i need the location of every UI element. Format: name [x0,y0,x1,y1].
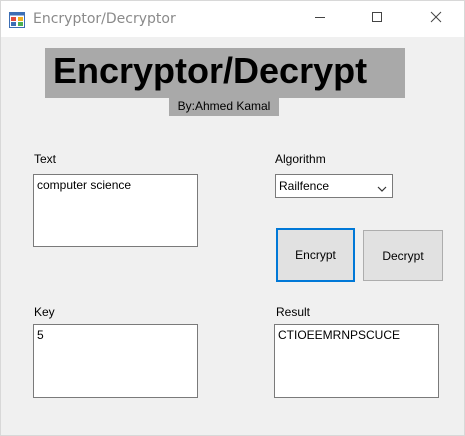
result-label: Result [276,305,311,319]
page-title: Encryptor/Decrypt [53,50,368,91]
chevron-down-icon [376,180,388,202]
minimize-icon [314,10,326,28]
decrypt-button[interactable]: Decrypt [363,230,443,281]
key-label: Key [34,305,55,319]
algorithm-selected-value: Railfence [279,179,330,193]
maximize-icon [371,10,383,28]
text-input[interactable]: computer science [33,174,198,247]
minimize-button[interactable] [297,1,343,37]
close-icon [430,10,442,28]
encrypt-button[interactable]: Encrypt [276,228,355,282]
maximize-button[interactable] [354,1,400,37]
result-output[interactable]: CTIOEEMRNPSCUCE [274,324,439,398]
text-label: Text [34,152,57,166]
close-button[interactable] [413,1,459,37]
app-window: Encryptor/Decryptor Encryptor/Decrypt By… [0,0,465,436]
windows-form-icon [9,12,25,28]
author-label: By:Ahmed Kamal [169,97,279,116]
window-title: Encryptor/Decryptor [33,11,176,27]
algorithm-label: Algorithm [275,152,326,166]
key-input[interactable]: 5 [33,324,198,398]
title-bar[interactable]: Encryptor/Decryptor [1,1,464,37]
algorithm-select[interactable]: Railfence [275,174,393,198]
